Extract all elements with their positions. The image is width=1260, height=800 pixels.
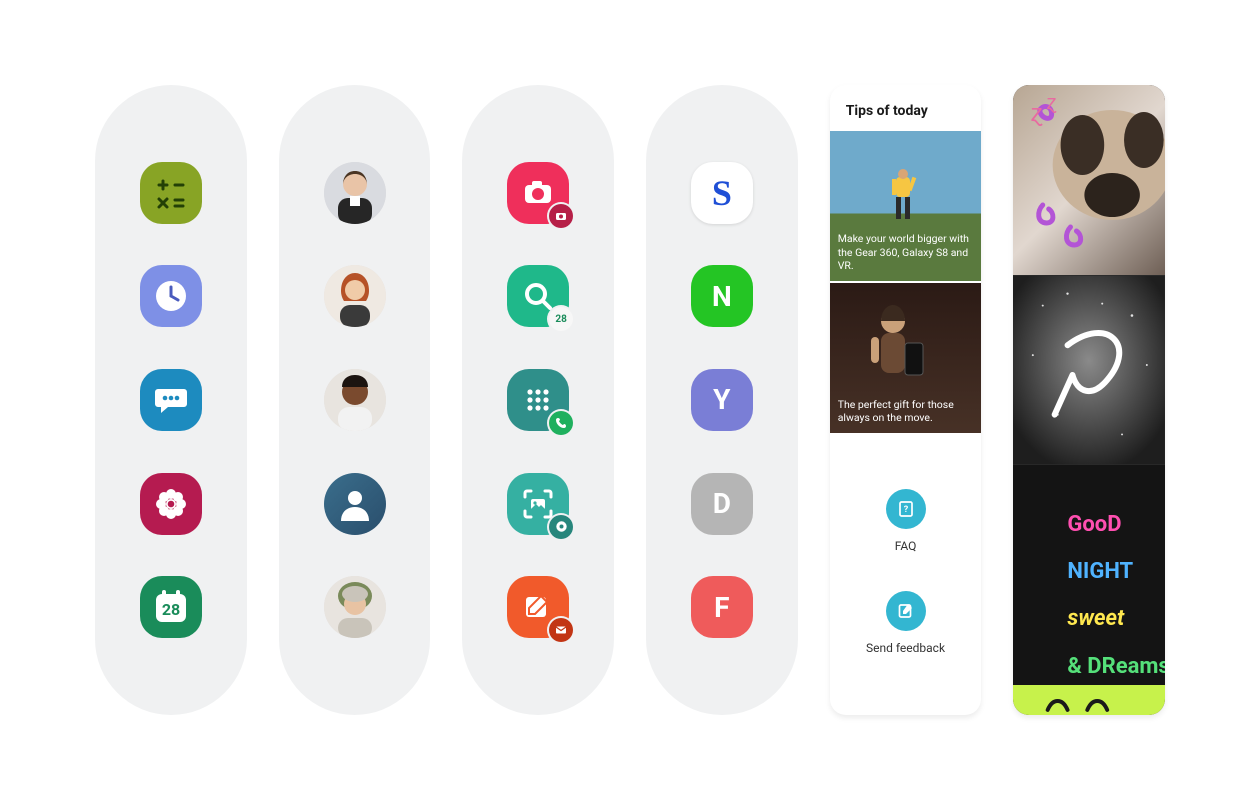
apps-edge-panel: 28 [95, 85, 247, 715]
chalk-text: GooD NIGHT sweet & DReams! [1023, 489, 1165, 701]
keypad-shortcut-icon[interactable] [507, 369, 569, 431]
faq-button[interactable]: ? FAQ [886, 489, 926, 553]
feedback-label: Send feedback [866, 641, 945, 655]
camera-shortcut-icon[interactable] [507, 162, 569, 224]
contact-avatar-1[interactable] [324, 162, 386, 224]
tip-caption-2: The perfect gift for those always on the… [838, 398, 974, 425]
feedback-icon [886, 591, 926, 631]
contact-avatar-5[interactable] [324, 576, 386, 638]
camera-glyph-icon [521, 176, 555, 210]
gallery-image-3[interactable]: GooD NIGHT sweet & DReams! [1013, 465, 1165, 685]
finder-shortcut-icon[interactable]: 28 [507, 265, 569, 327]
clock-glyph-icon [151, 276, 191, 316]
send-feedback-button[interactable]: Send feedback [866, 591, 945, 655]
flower-glyph-icon [153, 486, 189, 522]
calendar-glyph-icon: 28 [148, 584, 194, 630]
gear-badge-icon [549, 515, 573, 539]
app-f-icon[interactable]: F [691, 576, 753, 638]
mail-badge-icon [549, 618, 573, 642]
tips-actions: ? FAQ Send feedback [830, 433, 982, 715]
svg-text:ɀ: ɀ [1031, 99, 1043, 127]
gallery-image-1[interactable]: ɀ ɀ [1013, 85, 1165, 275]
tasks-edge-panel: 28 [462, 85, 614, 715]
calculator-glyph-icon [154, 176, 188, 210]
gallery-icon[interactable] [140, 473, 202, 535]
app-d-icon[interactable]: D [691, 473, 753, 535]
calendar-icon[interactable]: 28 [140, 576, 202, 638]
svg-text:ɀ: ɀ [1047, 91, 1057, 114]
svg-text:?: ? [903, 505, 908, 515]
compose-shortcut-icon[interactable] [507, 576, 569, 638]
calculator-icon[interactable] [140, 162, 202, 224]
search-glyph-icon [521, 279, 555, 313]
app-y-icon[interactable]: Y [691, 369, 753, 431]
chat-glyph-icon [152, 381, 190, 419]
tips-panel: Tips of today Make your world bigger wit… [830, 85, 982, 715]
app-s-icon[interactable]: S [691, 162, 753, 224]
messages-icon[interactable] [140, 369, 202, 431]
tips-title: Tips of today [830, 85, 982, 131]
compose-glyph-icon [521, 590, 555, 624]
edge-panels-row: 28 28 [0, 0, 1260, 800]
app-n-icon[interactable]: N [691, 265, 753, 327]
apps-edge-panel-2: S N Y D F [646, 85, 798, 715]
person-glyph-icon [338, 487, 372, 521]
contact-avatar-3[interactable] [324, 369, 386, 431]
faq-icon: ? [886, 489, 926, 529]
contact-avatar-generic[interactable] [324, 473, 386, 535]
capture-glyph-icon [520, 486, 556, 522]
camera-mini-badge-icon [549, 204, 573, 228]
phone-badge-icon [549, 411, 573, 435]
gallery-panel: ɀ ɀ GooD NIGHT sweet & DReams! [1013, 85, 1165, 715]
faq-label: FAQ [895, 539, 917, 553]
tip-card-1[interactable]: Make your world bigger with the Gear 360… [830, 131, 982, 281]
keypad-glyph-icon [521, 383, 555, 417]
smart-capture-shortcut-icon[interactable] [507, 473, 569, 535]
gallery-image-2[interactable] [1013, 275, 1165, 465]
svg-text:28: 28 [162, 600, 180, 619]
date-badge-icon: 28 [549, 307, 573, 331]
tip-card-2[interactable]: The perfect gift for those always on the… [830, 283, 982, 433]
clock-icon[interactable] [140, 265, 202, 327]
contact-avatar-2[interactable] [324, 265, 386, 327]
people-edge-panel [279, 85, 431, 715]
tip-caption-1: Make your world bigger with the Gear 360… [838, 232, 974, 273]
